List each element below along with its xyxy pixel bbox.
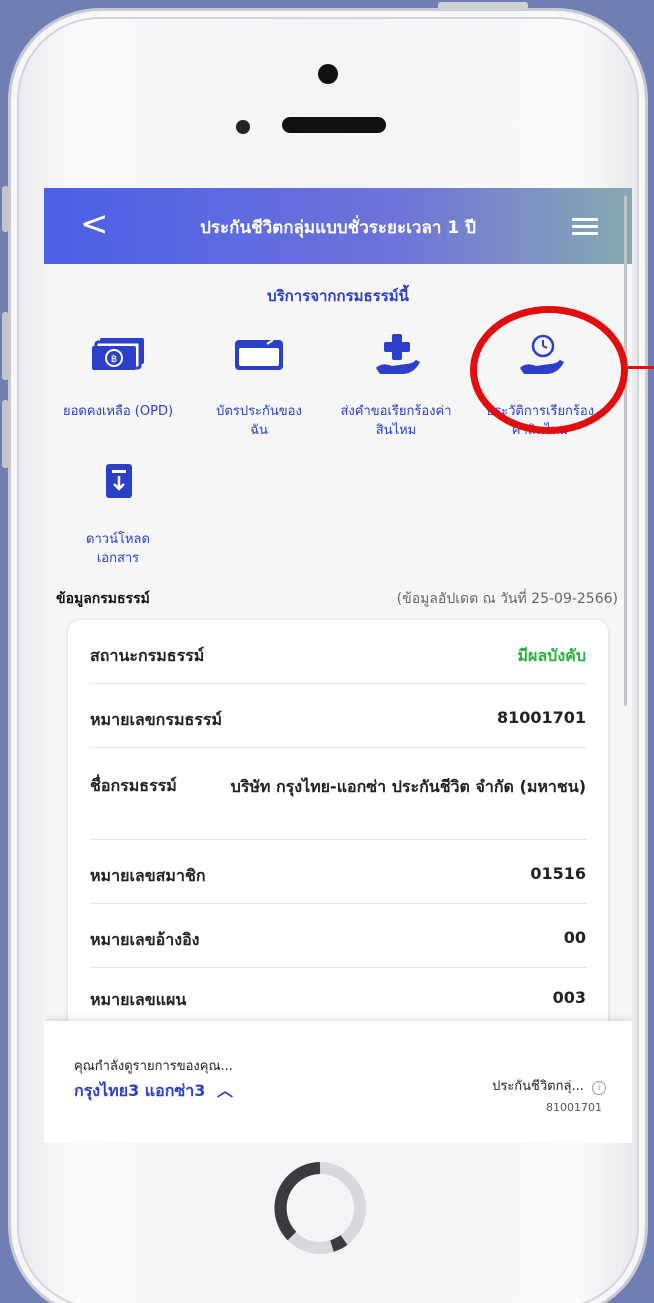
service-label: ส่งคำขอเรียกร้องค่าสินไหม bbox=[340, 404, 452, 438]
row-key: หมายเลขอ้างอิง bbox=[90, 930, 200, 949]
volume-up-button bbox=[2, 312, 9, 380]
page-title: ประกันชีวิตกลุ่มแบบชั่วระยะเวลา 1 ปี bbox=[200, 218, 476, 238]
policy-row: สถานะกรมธรรม์ มีผลบังคับ bbox=[90, 620, 586, 684]
service-label: บัตรประกันของฉัน bbox=[216, 404, 302, 438]
hamburger-menu-icon[interactable] bbox=[572, 218, 598, 239]
service-opd-balance[interactable]: ฿ ยอดคงเหลือ (OPD) bbox=[48, 334, 188, 421]
row-key: หมายเลขกรมธรรม์ bbox=[90, 710, 222, 729]
account-bar[interactable]: คุณกำลังดูรายการของคุณ... กรุงไทย3 แอกซ่… bbox=[44, 1021, 632, 1143]
services-heading: บริการจากกรมธรรม์นี้ bbox=[267, 287, 409, 305]
policy-row: หมายเลขกรมธรรม์ 81001701 bbox=[90, 684, 586, 748]
info-icon[interactable]: i bbox=[592, 1081, 606, 1095]
service-my-card[interactable]: บัตรประกันของฉัน bbox=[189, 334, 329, 440]
row-key: หมายเลขแผน bbox=[90, 990, 187, 1009]
policy-selector[interactable]: ประกันชีวิตกลุ่... i bbox=[492, 1075, 606, 1096]
row-key: สถานะกรมธรรม์ bbox=[90, 646, 205, 665]
svg-text:฿: ฿ bbox=[111, 354, 117, 365]
power-button bbox=[438, 2, 528, 10]
owner-name: กรุงไทย3 แอกซ่า3 bbox=[74, 1081, 206, 1100]
last-updated-text: (ข้อมูลอัปเดต ณ วันที่ 25-09-2566) bbox=[396, 591, 618, 607]
app-header: < ประกันชีวิตกลุ่มแบบชั่วระยะเวลา 1 ปี bbox=[44, 188, 632, 264]
claim-hand-icon bbox=[366, 334, 426, 382]
policy-info-card: สถานะกรมธรรม์ มีผลบังคับ หมายเลขกรมธรรม์… bbox=[68, 620, 608, 1040]
loading-spinner-icon bbox=[274, 1162, 366, 1254]
scrollbar[interactable] bbox=[624, 196, 627, 706]
policy-info-label: ข้อมูลกรมธรรม์ bbox=[56, 591, 150, 607]
policy-row: ชื่อกรมธรรม์ บริษัท กรุงไทย-แอกซ่า ประกั… bbox=[90, 748, 586, 840]
row-value: 003 bbox=[552, 988, 586, 1007]
owner-selector[interactable]: กรุงไทย3 แอกซ่า3 ︿ bbox=[74, 1077, 233, 1104]
mute-switch bbox=[2, 186, 9, 232]
row-value: บริษัท กรุงไทย-แอกซ่า ประกันชีวิต จำกัด … bbox=[230, 777, 586, 796]
service-label: ยอดคงเหลือ (OPD) bbox=[62, 404, 174, 419]
service-label: ดาวน์โหลดเอกสาร bbox=[86, 532, 150, 566]
service-submit-claim[interactable]: ส่งคำขอเรียกร้องค่าสินไหม bbox=[326, 334, 466, 440]
card-icon bbox=[229, 334, 289, 382]
policy-row: หมายเลขสมาชิก 01516 bbox=[90, 840, 586, 904]
volume-down-button bbox=[2, 400, 9, 468]
download-document-icon bbox=[88, 462, 148, 510]
viewing-text: คุณกำลังดูรายการของคุณ... bbox=[74, 1059, 233, 1074]
row-key: ชื่อกรมธรรม์ bbox=[90, 776, 177, 795]
row-value: 01516 bbox=[530, 864, 586, 883]
money-icon: ฿ bbox=[88, 334, 148, 382]
earpiece-speaker bbox=[282, 117, 386, 133]
service-download-documents[interactable]: ดาวน์โหลดเอกสาร bbox=[48, 462, 188, 568]
policy-number: 81001701 bbox=[546, 1101, 602, 1114]
chevron-up-icon: ︿ bbox=[216, 1081, 233, 1100]
row-value: 81001701 bbox=[496, 708, 586, 727]
row-key: หมายเลขสมาชิก bbox=[90, 866, 206, 885]
front-camera bbox=[318, 64, 338, 84]
policy-name: ประกันชีวิตกลุ่... bbox=[492, 1079, 584, 1094]
highlight-circle bbox=[470, 306, 628, 434]
row-value: 00 bbox=[563, 928, 586, 947]
highlight-pointer bbox=[628, 366, 654, 369]
status-badge: มีผลบังคับ bbox=[517, 646, 586, 665]
proximity-sensor bbox=[236, 120, 250, 134]
policy-row: หมายเลขอ้างอิง 00 bbox=[90, 904, 586, 968]
